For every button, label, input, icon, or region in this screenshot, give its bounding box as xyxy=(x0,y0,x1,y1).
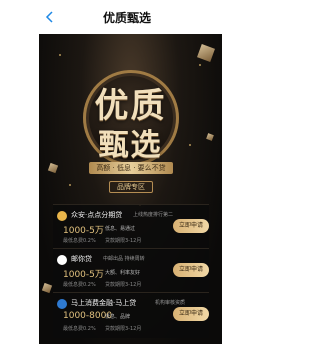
product-badge: 机构审核资质 xyxy=(155,300,186,306)
hero-tagline: 高额 · 低息 · 要么不贷 xyxy=(89,162,173,174)
gold-cube-decoration xyxy=(41,282,53,294)
product-tags: 大额、利率友好 xyxy=(105,270,141,276)
product-name: 邮你贷 xyxy=(71,255,92,263)
product-card: 邮你贷 中邮出品 持续周转 1000-5万 大额、利率友好 最低息费0.2% 贷… xyxy=(53,248,209,294)
product-name: 马上消费金融·马上贷 xyxy=(71,299,137,307)
gold-cube-decoration xyxy=(197,44,215,62)
product-card: 马上消费金融·马上贷 机构审核资质 1000-8000 低息、品牌 最低息费0.… xyxy=(53,292,209,338)
product-logo-icon xyxy=(57,255,67,265)
hero-title-line2: 甄选 xyxy=(98,128,163,163)
product-card: 众安·点点分期贷 上线热度排行第二 1000-5万 低息、易通过 最低息费0.2… xyxy=(53,204,209,250)
product-badge: 中邮出品 持续周转 xyxy=(103,256,145,262)
product-term: 贷款期限3-12月 xyxy=(105,282,142,288)
product-rate: 最低息费0.2% xyxy=(63,238,96,244)
product-amount: 1000-5万 xyxy=(63,226,104,236)
promo-banner: 优质 甄选 高额 · 低息 · 要么不贷 品牌专区 众安·点点分期贷 上线热度排… xyxy=(39,34,222,344)
apply-button[interactable]: 立即申请 xyxy=(173,263,209,277)
product-tags: 低息、易通过 xyxy=(105,226,136,232)
product-logo-icon xyxy=(57,211,67,221)
product-rate: 最低息费0.2% xyxy=(63,326,96,332)
page-title: 优质甄选 xyxy=(102,11,151,25)
product-name: 众安·点点分期贷 xyxy=(71,211,123,219)
apply-button[interactable]: 立即申请 xyxy=(173,219,209,233)
product-rate: 最低息费0.2% xyxy=(63,282,96,288)
top-nav-bar: 优质甄选 xyxy=(0,0,254,34)
apply-button[interactable]: 立即申请 xyxy=(173,307,209,321)
sparkle-decoration xyxy=(199,64,201,66)
sparkle-decoration xyxy=(69,184,71,186)
product-tags: 低息、品牌 xyxy=(105,314,131,320)
product-amount: 1000-5万 xyxy=(63,270,104,280)
gold-cube-decoration xyxy=(47,162,59,174)
product-logo-icon xyxy=(57,299,67,309)
product-badge: 上线热度排行第二 xyxy=(133,212,174,218)
brand-zone-label: 品牌专区 xyxy=(109,181,153,193)
sparkle-decoration xyxy=(59,54,61,56)
product-term: 贷款期限3-12月 xyxy=(105,238,142,244)
product-term: 贷款期限3-12月 xyxy=(105,326,142,332)
